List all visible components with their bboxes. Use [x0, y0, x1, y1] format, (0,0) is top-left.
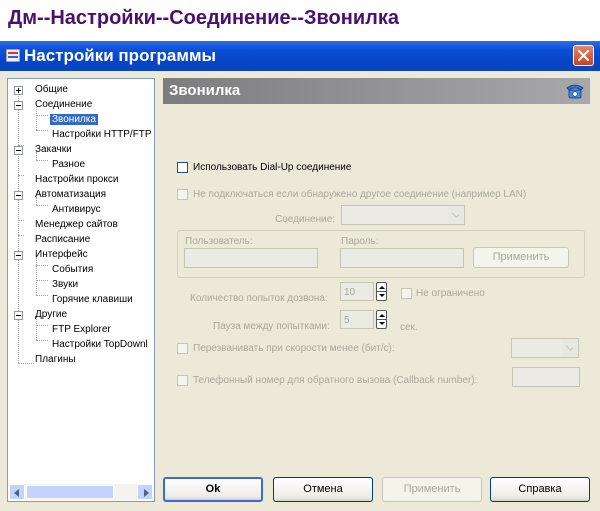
tree-item-ftp-explorer[interactable]: FTP Explorer [50, 322, 113, 337]
panel-title: Звонилка [169, 82, 241, 99]
pause-label: Пауза между попытками: [213, 321, 330, 332]
tree-item-sounds[interactable]: Звуки [50, 277, 80, 292]
callback-label: Телефонный номер для обратного вызова (C… [193, 375, 478, 386]
tree-item-site-manager[interactable]: Менеджер сайтов [33, 217, 120, 232]
collapse-connection-icon[interactable] [14, 101, 23, 110]
redial-speed-checkbox[interactable] [177, 343, 188, 354]
scroll-left-button[interactable] [9, 484, 25, 500]
no-connect-checkbox[interactable] [177, 189, 188, 200]
tree-item-http-ftp[interactable]: Настройки HTTP/FTP [50, 127, 154, 142]
use-dialup-checkbox[interactable] [177, 162, 188, 173]
panel-header: Звонилка [163, 78, 590, 104]
collapse-downloads-icon[interactable] [14, 146, 23, 155]
pause-unit: сек. [400, 322, 418, 333]
close-button[interactable] [573, 45, 594, 66]
chevron-down-icon [448, 206, 464, 224]
expand-general-icon[interactable] [14, 86, 23, 95]
unlimited-checkbox[interactable] [401, 288, 412, 299]
tree-horizontal-scrollbar[interactable] [9, 484, 153, 500]
pause-input[interactable]: 5 [340, 310, 374, 329]
callback-number-input[interactable] [512, 367, 580, 387]
tree-item-downloads[interactable]: Закачки [33, 142, 74, 157]
apply-button[interactable]: Применить [382, 477, 482, 502]
arrow-right-icon [144, 489, 149, 497]
attempts-spinner[interactable] [376, 282, 387, 301]
scroll-right-button[interactable] [137, 484, 153, 500]
apply-credentials-button[interactable]: Применить [473, 247, 569, 268]
tree-item-topdownload[interactable]: Настройки TopDownl [50, 337, 150, 352]
tree-item-interface[interactable]: Интерфейс [33, 247, 90, 262]
chevron-down-icon [562, 339, 578, 357]
password-input[interactable] [340, 248, 464, 268]
tree-item-plugins[interactable]: Плагины [33, 352, 78, 367]
unlimited-label: Не ограничено [416, 288, 485, 299]
settings-window: Настройки программы Общие Соединение Зво… [0, 41, 600, 511]
attempts-value: 10 [344, 287, 356, 298]
tree-item-antivirus[interactable]: Антивирус [50, 202, 103, 217]
tree-item-misc[interactable]: Разное [50, 157, 87, 172]
close-icon [577, 49, 590, 62]
tree-item-hotkeys[interactable]: Горячие клавиши [50, 292, 135, 307]
pause-value: 5 [344, 315, 350, 326]
cancel-button[interactable]: Отмена [273, 477, 373, 502]
connection-label: Соединение: [275, 214, 336, 225]
title-bar[interactable]: Настройки программы [0, 41, 600, 71]
redial-speed-select[interactable] [511, 338, 579, 358]
use-dialup-label: Использовать Dial-Up соединение [193, 162, 352, 173]
tree-item-automation[interactable]: Автоматизация [33, 187, 108, 202]
page-caption: Дм--Настройки--Соединение--Звонилка [0, 0, 600, 40]
redial-speed-label: Перезванивать при скорости менее (бит/с)… [193, 343, 395, 354]
callback-checkbox[interactable] [177, 375, 188, 386]
caption-text: Дм--Настройки--Соединение--Звонилка [8, 7, 399, 29]
tree-item-dialer[interactable]: Звонилка [50, 112, 98, 127]
arrow-left-icon [14, 489, 19, 497]
attempts-input[interactable]: 10 [340, 282, 374, 301]
tree-item-general[interactable]: Общие [33, 82, 70, 97]
no-connect-label: Не подключаться если обнаружено другое с… [193, 189, 527, 200]
tree-item-events[interactable]: События [50, 262, 95, 277]
user-input[interactable] [184, 248, 318, 268]
app-icon [6, 49, 20, 62]
tree-item-schedule[interactable]: Расписание [33, 232, 92, 247]
tree-item-proxy[interactable]: Настройки прокси [33, 172, 120, 187]
telephone-icon [566, 84, 584, 99]
dialer-panel: Звонилка Использовать Dial-Up соединение… [163, 78, 590, 502]
collapse-automation-icon[interactable] [14, 191, 23, 200]
window-title: Настройки программы [24, 46, 217, 65]
password-label: Пароль: [341, 236, 379, 247]
scroll-thumb[interactable] [26, 485, 114, 499]
tree-item-connection[interactable]: Соединение [33, 97, 94, 112]
help-button[interactable]: Справка [490, 477, 590, 502]
pause-spinner[interactable] [376, 310, 387, 329]
settings-tree[interactable]: Общие Соединение Звонилка Настройки HTTP… [7, 78, 155, 502]
collapse-other-icon[interactable] [14, 311, 23, 320]
collapse-interface-icon[interactable] [14, 251, 23, 260]
user-label: Пользователь: [185, 236, 253, 247]
attempts-label: Количество попыток дозвона: [190, 293, 328, 304]
tree-item-other[interactable]: Другие [33, 307, 69, 322]
ok-button[interactable]: Ok [163, 477, 263, 502]
connection-select[interactable] [341, 205, 465, 225]
